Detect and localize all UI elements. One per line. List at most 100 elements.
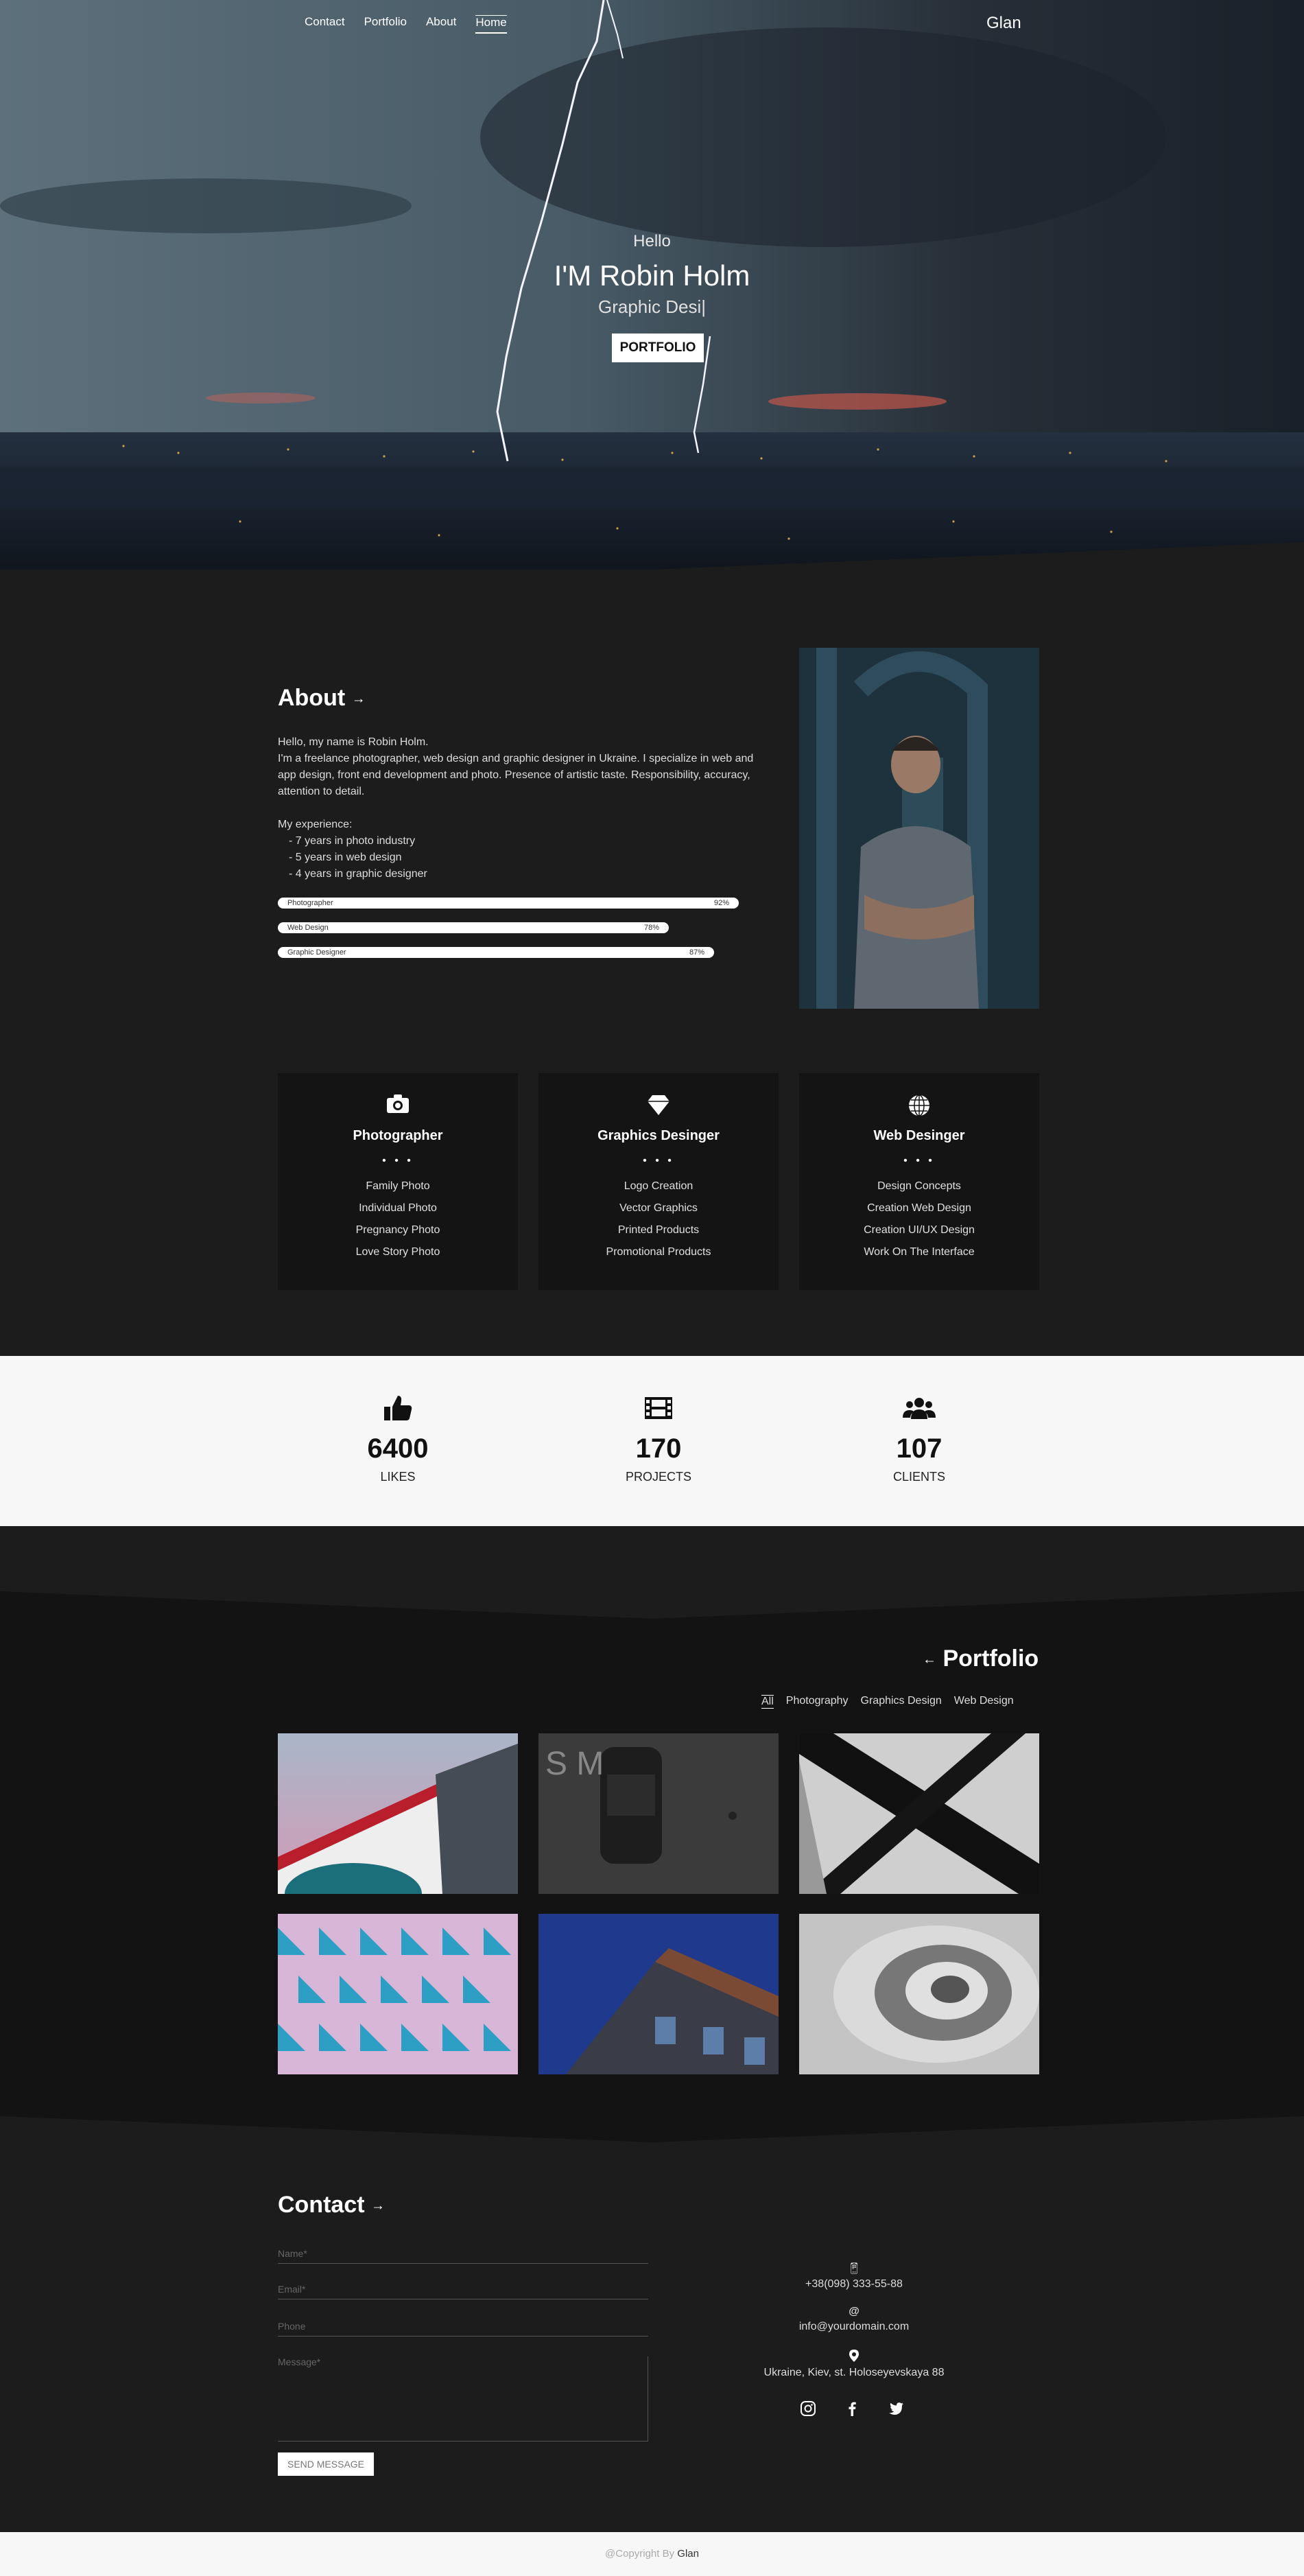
filter-web-design[interactable]: Web Design xyxy=(954,1695,1014,1709)
stat-label: PROJECTS xyxy=(625,1470,691,1484)
filter-graphics-design[interactable]: Graphics Design xyxy=(861,1695,942,1709)
service-item: Promotional Products xyxy=(606,1246,711,1258)
name-field[interactable]: Name* xyxy=(278,2248,648,2264)
service-title: Web Desinger xyxy=(873,1128,965,1143)
about-photo xyxy=(799,648,1039,1009)
portfolio-item[interactable] xyxy=(278,1914,518,2074)
contact-heading: Contact → xyxy=(278,2192,385,2218)
camera-icon xyxy=(278,1094,518,1117)
at-icon: @ xyxy=(849,2306,860,2317)
message-field[interactable]: Message* xyxy=(278,2356,648,2442)
film-icon xyxy=(645,1397,672,1419)
skill-value: 78% xyxy=(643,924,659,932)
site-logo[interactable]: Glan xyxy=(986,14,1021,33)
nav-link-about[interactable]: About xyxy=(426,15,456,34)
instagram-icon[interactable] xyxy=(800,2400,816,2417)
hero-greeting: Hello xyxy=(633,232,671,250)
diamond-icon xyxy=(538,1094,779,1117)
staircase-image xyxy=(799,1914,1039,2074)
about-heading: About → xyxy=(278,685,366,712)
building-image xyxy=(278,1733,518,1894)
phone-field[interactable]: Phone xyxy=(278,2321,648,2337)
service-item: Work On The Interface xyxy=(864,1246,975,1258)
twitter-icon[interactable] xyxy=(888,2400,904,2417)
portfolio-item[interactable] xyxy=(799,1914,1039,2074)
filter-photography[interactable]: Photography xyxy=(786,1695,849,1709)
portfolio-button[interactable]: PORTFOLIO xyxy=(612,333,704,362)
hero-section: Contact Portfolio About Home Glan Hello … xyxy=(0,0,1304,590)
contact-email: @ info@yourdomain.com xyxy=(748,2306,960,2333)
service-item: Vector Graphics xyxy=(619,1202,698,1214)
experience-label: My experience: xyxy=(278,819,353,830)
skill-bar-graphic-designer: Graphic Designer 87% xyxy=(278,947,714,958)
service-card-graphics: Graphics Desinger • • • Logo Creation Ve… xyxy=(538,1073,779,1290)
facebook-icon[interactable] xyxy=(844,2400,860,2417)
stat-value: 170 xyxy=(635,1433,682,1464)
service-item: Individual Photo xyxy=(359,1202,437,1214)
about-title: About xyxy=(278,685,346,711)
building-facade-image xyxy=(538,1914,779,2074)
send-message-button[interactable]: SEND MESSAGE xyxy=(278,2452,374,2476)
globe-icon xyxy=(799,1094,1039,1117)
address-text: Ukraine, Kiev, st. Holoseyevskaya 88 xyxy=(763,2367,945,2378)
users-icon xyxy=(903,1398,936,1419)
experience-item: - 7 years in photo industry xyxy=(289,835,416,847)
portfolio-item[interactable] xyxy=(538,1914,779,2074)
about-text: Hello, my name is Robin Holm. I'm a free… xyxy=(278,734,765,882)
stat-value: 107 xyxy=(896,1433,943,1464)
service-item: Pregnancy Photo xyxy=(355,1224,440,1236)
service-title: Graphics Desinger xyxy=(597,1128,720,1143)
hero-role: Graphic Desi| xyxy=(597,296,707,317)
skill-bar-photographer: Photographer 92% xyxy=(278,898,739,909)
portfolio-item[interactable] xyxy=(278,1733,518,1894)
divider-dots: • • • xyxy=(903,1155,935,1167)
skill-name: Photographer xyxy=(287,899,333,907)
service-item: Creation UI/UX Design xyxy=(864,1224,975,1236)
portfolio-item[interactable] xyxy=(799,1733,1039,1894)
hero-background xyxy=(0,0,1304,590)
arrow-right-icon: → xyxy=(371,2198,386,2214)
stat-label: LIKES xyxy=(380,1470,416,1484)
skill-value: 87% xyxy=(689,948,704,957)
portfolio-item[interactable]: S M xyxy=(538,1733,779,1894)
footer-brand[interactable]: Glan xyxy=(677,2548,699,2560)
architecture-image xyxy=(799,1733,1039,1894)
skill-bar-web-design: Web Design 78% xyxy=(278,922,669,933)
pattern-image xyxy=(278,1914,518,2074)
thumbs-up-icon xyxy=(384,1396,412,1420)
portfolio-heading: ← Portfolio xyxy=(923,1646,1039,1672)
service-title: Photographer xyxy=(353,1128,443,1143)
filter-all[interactable]: All xyxy=(761,1695,774,1709)
contact-phone: 📱︎ +38(098) 333-55-88 xyxy=(748,2262,960,2291)
location-pin-icon xyxy=(748,2350,960,2365)
service-item: Design Concepts xyxy=(877,1180,961,1192)
stat-value: 6400 xyxy=(367,1433,429,1464)
nav-link-home[interactable]: Home xyxy=(475,15,507,34)
portfolio-filters: All Photography Graphics Design Web Desi… xyxy=(761,1695,1014,1709)
contact-address: Ukraine, Kiev, st. Holoseyevskaya 88 xyxy=(748,2350,960,2379)
about-intro: Hello, my name is Robin Holm. xyxy=(278,736,429,748)
contact-title: Contact xyxy=(278,2192,365,2218)
service-item: Love Story Photo xyxy=(355,1246,440,1258)
stat-clients: 107 CLIENTS xyxy=(837,1394,1001,1484)
social-links xyxy=(800,2400,904,2417)
divider-dots: • • • xyxy=(643,1155,674,1167)
skill-name: Web Design xyxy=(287,924,329,932)
email-address[interactable]: info@yourdomain.com xyxy=(748,2321,960,2333)
portrait-image xyxy=(799,648,1039,1009)
car-image: S M xyxy=(538,1733,779,1894)
email-field[interactable]: Email* xyxy=(278,2284,648,2299)
experience-item: - 4 years in graphic designer xyxy=(289,868,427,880)
nav-link-contact[interactable]: Contact xyxy=(305,15,345,34)
main-nav: Contact Portfolio About Home xyxy=(305,15,507,34)
phone-number: +38(098) 333-55-88 xyxy=(805,2278,903,2290)
stats-section: 6400 LIKES 170 PROJECTS 107 CLIENTS xyxy=(0,1356,1304,1526)
phone-icon: 📱︎ xyxy=(846,2263,862,2275)
skill-value: 92% xyxy=(713,899,729,907)
nav-link-portfolio[interactable]: Portfolio xyxy=(364,15,407,34)
service-item: Printed Products xyxy=(617,1224,700,1236)
service-card-photographer: Photographer • • • Family Photo Individu… xyxy=(278,1073,518,1290)
service-card-web: Web Desinger • • • Design Concepts Creat… xyxy=(799,1073,1039,1290)
stat-label: CLIENTS xyxy=(892,1470,946,1484)
stat-projects: 170 PROJECTS xyxy=(576,1394,741,1484)
